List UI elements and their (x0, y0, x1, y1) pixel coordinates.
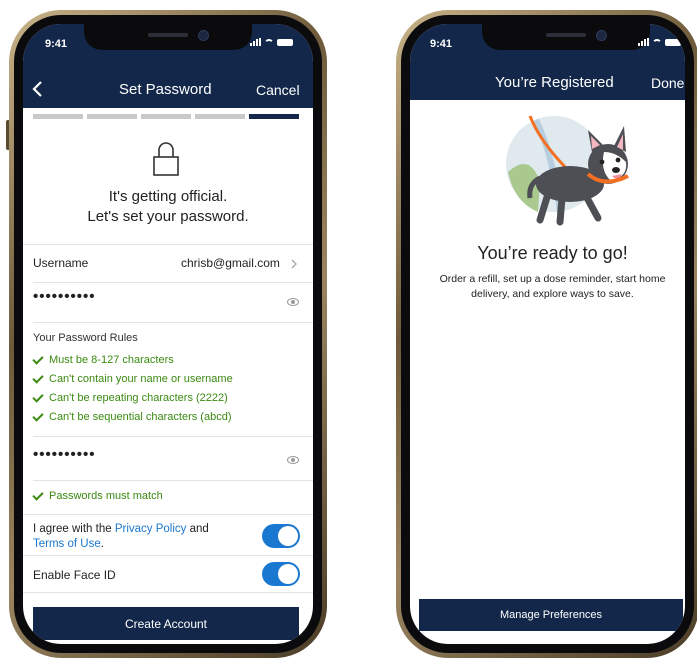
privacy-policy-link[interactable]: Privacy Policy (115, 523, 187, 535)
progress-step-3 (141, 114, 191, 119)
terms-of-use-link[interactable]: Terms of Use (33, 538, 101, 550)
signal-icon (250, 38, 261, 46)
divider (33, 480, 313, 481)
username-label: Username (33, 256, 89, 270)
confirm-password-field[interactable]: •••••••••• (33, 446, 96, 463)
manage-preferences-button[interactable]: Manage Preferences (419, 599, 683, 631)
check-icon (32, 409, 44, 422)
rules-title: Your Password Rules (33, 332, 138, 344)
match-rule: Passwords must match (32, 488, 163, 502)
notch (84, 24, 252, 50)
rule-item: Can't be repeating characters (2222) (32, 390, 228, 404)
face-id-toggle[interactable] (262, 562, 300, 586)
dog-walking-illustration (506, 115, 629, 226)
wifi-icon (264, 39, 274, 46)
phone-frame-right: 9:41 You’re Registered Done You’re ready… (396, 10, 697, 658)
username-value: chrisb@gmail.com (181, 256, 280, 270)
agreement-text: I agree with the Privacy Policy and Term… (33, 523, 209, 550)
status-time: 9:41 (430, 38, 453, 50)
eye-icon[interactable] (287, 456, 299, 464)
step-progress (33, 114, 299, 119)
navigation-bar: 9:41 You’re Registered Done (410, 24, 685, 100)
check-icon (32, 352, 44, 365)
heading-line-2: Let's set your password. (87, 208, 249, 225)
divider (23, 514, 313, 515)
body-line-1: Order a refill, set up a dose reminder, … (439, 273, 666, 285)
body-line-2: delivery, and explore ways to save. (471, 288, 634, 300)
agree-toggle[interactable] (262, 524, 300, 548)
progress-step-5 (249, 114, 299, 119)
divider (23, 555, 313, 556)
wifi-icon (652, 39, 662, 46)
status-icons (638, 38, 681, 46)
notch (482, 24, 650, 50)
divider (33, 282, 313, 283)
rule-item: Can't be sequential characters (abcd) (32, 409, 231, 423)
status-time: 9:41 (45, 38, 68, 50)
progress-step-4 (195, 114, 245, 119)
progress-step-2 (87, 114, 137, 119)
divider (33, 322, 313, 323)
chevron-left-icon[interactable] (31, 80, 43, 98)
battery-icon (665, 39, 681, 46)
navigation-bar: 9:41 Set Password Cancel (23, 24, 313, 108)
page-title: You’re Registered (495, 74, 614, 91)
set-password-screen: 9:41 Set Password Cancel It's getting of… (23, 24, 313, 644)
battery-icon (277, 39, 293, 46)
check-icon (32, 390, 44, 403)
divider (23, 592, 313, 593)
heading-line-1: It's getting official. (108, 188, 228, 205)
rule-item: Must be 8-127 characters (32, 352, 174, 366)
password-field[interactable]: •••••••••• (33, 288, 96, 305)
check-icon (32, 488, 44, 501)
divider (33, 436, 313, 437)
phone-frame-left: 9:41 Set Password Cancel It's getting of… (9, 10, 327, 658)
create-account-button[interactable]: Create Account (33, 607, 299, 640)
lock-icon (153, 142, 179, 176)
check-icon (32, 371, 44, 384)
page-title: Set Password (119, 81, 212, 98)
registered-screen: 9:41 You’re Registered Done You’re ready… (410, 24, 685, 644)
done-button[interactable]: Done (651, 75, 684, 91)
chevron-right-icon (291, 259, 297, 269)
cancel-button[interactable]: Cancel (256, 82, 300, 98)
rule-item: Can't contain your name or username (32, 371, 233, 385)
ready-heading: You’re ready to go! (477, 243, 628, 263)
progress-step-1 (33, 114, 83, 119)
face-id-label: Enable Face ID (33, 568, 116, 582)
divider (23, 244, 313, 245)
eye-icon[interactable] (287, 298, 299, 306)
signal-icon (638, 38, 649, 46)
status-icons (250, 38, 293, 46)
